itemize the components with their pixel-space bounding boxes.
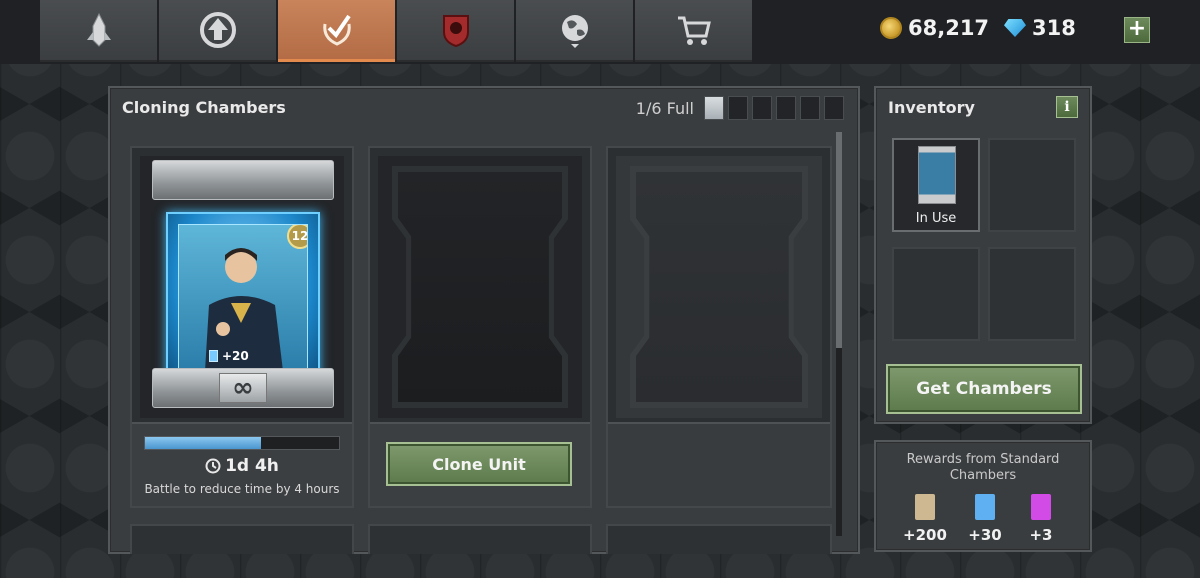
progress-fill [145, 437, 262, 449]
common-card-icon [915, 494, 935, 520]
capacity-label: 1/6 Full [635, 98, 694, 118]
tab-cloning[interactable] [278, 0, 395, 62]
chamber-status [608, 422, 830, 506]
inventory-slot[interactable]: In Use [892, 138, 980, 232]
coin-icon [880, 17, 902, 39]
reward-value: +3 [1029, 526, 1053, 544]
capacity-slot [800, 96, 820, 120]
capacity-slot [704, 96, 724, 120]
chamber-active[interactable]: 12 +20 ∞ 1d 4h Battle to reduce time by … [130, 146, 354, 508]
reward-common: +200 [900, 494, 950, 544]
upgrade-arrow-icon [199, 12, 236, 48]
laurel-check-icon [322, 14, 351, 46]
clone-timer: 1d 4h [132, 456, 352, 476]
clock-icon [205, 458, 221, 474]
nav-tabs [40, 0, 752, 62]
empty-pod-slot [636, 172, 802, 402]
gem-balance: 318 [1004, 16, 1076, 40]
inventory-slot[interactable] [892, 247, 980, 341]
unit-portrait[interactable]: 12 +20 [178, 224, 308, 370]
inventory-panel: Inventory i In Use Get Chambers [874, 86, 1092, 424]
add-currency-button[interactable]: + [1124, 17, 1150, 43]
chamber-pod-area [378, 156, 582, 418]
capacity-slot [728, 96, 748, 120]
inventory-grid: In Use [892, 138, 1076, 350]
chamber-pod-area [616, 156, 822, 418]
capacity-slot [752, 96, 772, 120]
globe-icon [561, 15, 588, 48]
tab-store[interactable] [635, 0, 752, 62]
clone-pod-glass: 12 +20 [166, 212, 320, 384]
scrollbar-thumb[interactable] [836, 132, 842, 348]
gem-amount: 318 [1032, 16, 1076, 40]
top-nav-bar: 68,217 318 + [0, 0, 1200, 64]
bonus-value: +20 [222, 349, 249, 363]
tab-faction[interactable] [397, 0, 514, 62]
demon-shield-icon [442, 15, 469, 48]
rare-card-icon [975, 494, 995, 520]
rocket-tab-icon [86, 12, 111, 47]
tab-world[interactable] [516, 0, 633, 62]
info-button[interactable]: i [1056, 96, 1078, 118]
capacity-indicator: 1/6 Full [636, 96, 844, 120]
time-reduction-hint: Battle to reduce time by 4 hours [144, 482, 340, 496]
inventory-slot[interactable] [988, 138, 1076, 232]
chamber-pod-area: 12 +20 ∞ [140, 156, 344, 418]
chamber-locked [606, 146, 832, 508]
shopping-cart-icon [677, 16, 711, 45]
capacity-slot [776, 96, 796, 120]
gem-icon [1004, 19, 1026, 37]
inventory-title: Inventory [888, 98, 975, 117]
panel-title: Cloning Chambers [122, 98, 286, 117]
unit-level-badge: 12 [287, 225, 307, 249]
pod-top-cap [152, 160, 334, 200]
clone-unit-button[interactable]: Clone Unit [386, 442, 572, 486]
tab-upgrade[interactable] [159, 0, 276, 62]
slot-status: In Use [915, 211, 957, 226]
tab-units[interactable] [40, 0, 157, 62]
card-icon [209, 350, 218, 362]
chamber-status: 1d 4h Battle to reduce time by 4 hours [132, 422, 352, 506]
clone-progress-bar [144, 436, 340, 450]
rewards-panel: Rewards from Standard Chambers +200 +30 … [874, 440, 1092, 552]
chamber-empty[interactable]: Clone Unit [368, 146, 592, 508]
coin-balance: 68,217 [880, 16, 989, 40]
cloning-chambers-panel: Cloning Chambers 1/6 Full 12 +20 ∞ 1d 4h… [108, 86, 860, 554]
pod-bottom-cap: ∞ [152, 368, 334, 408]
rewards-title: Rewards from Standard Chambers [906, 452, 1060, 483]
reward-value: +200 [903, 526, 947, 544]
empty-pod-slot [398, 172, 562, 402]
reward-epic: +3 [1016, 494, 1066, 544]
infinity-icon: ∞ [219, 373, 267, 403]
chamber-row-next [606, 524, 832, 554]
chamber-row-next [130, 524, 354, 554]
clone-pod-icon [918, 146, 956, 204]
reward-rare: +30 [960, 494, 1010, 544]
epic-card-icon [1031, 494, 1051, 520]
clone-bonus: +20 [209, 349, 249, 363]
chamber-status: Clone Unit [370, 422, 590, 506]
inventory-slot[interactable] [988, 247, 1076, 341]
timer-text: 1d 4h [225, 456, 279, 476]
get-chambers-button[interactable]: Get Chambers [886, 364, 1082, 414]
chambers-scrollbar[interactable] [836, 132, 842, 536]
reward-value: +30 [968, 526, 1002, 544]
capacity-slot [824, 96, 844, 120]
chamber-row-next [368, 524, 592, 554]
coin-amount: 68,217 [908, 16, 990, 40]
